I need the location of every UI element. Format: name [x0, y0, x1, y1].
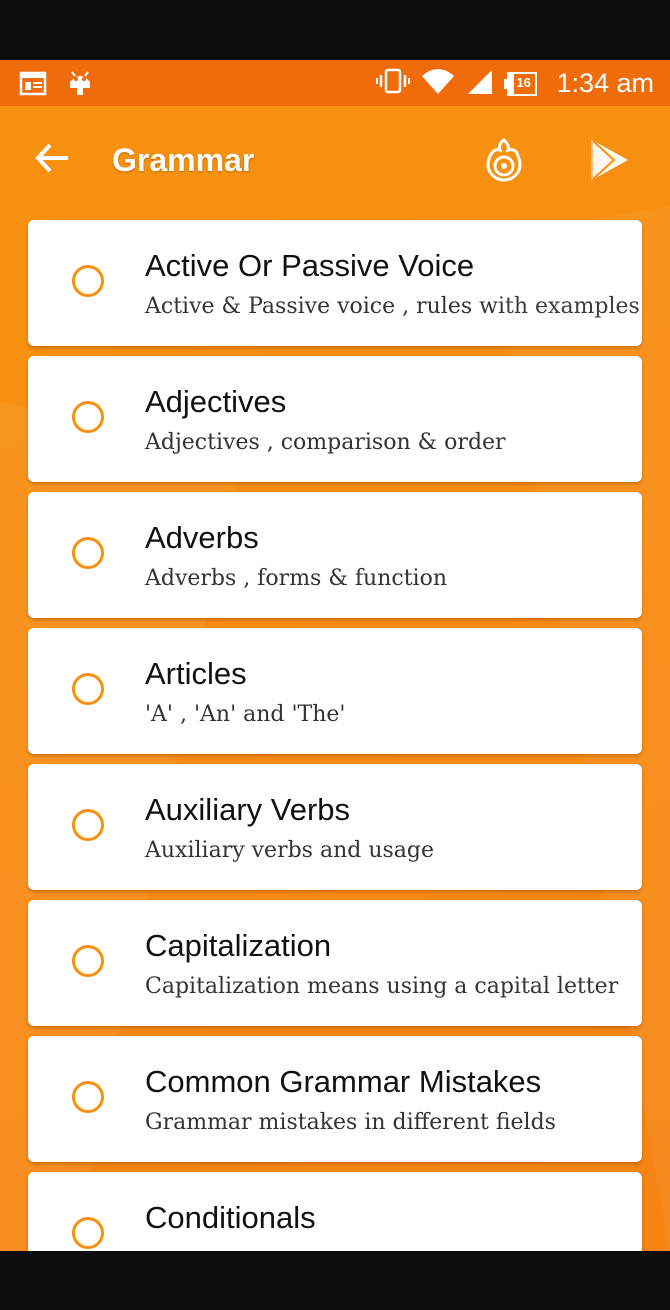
item-subtitle: Auxiliary verbs and usage — [145, 838, 434, 863]
fire-disc-button[interactable] — [480, 136, 528, 184]
item-title: Conditionals — [145, 1200, 316, 1235]
system-bottom-bezel — [0, 1251, 670, 1310]
radio-button[interactable] — [72, 809, 104, 841]
topic-list: Active Or Passive Voice Active & Passive… — [28, 220, 642, 1251]
item-subtitle: Adverbs , forms & function — [145, 566, 448, 591]
play-store-button[interactable] — [586, 136, 634, 184]
app-content: Grammar Active Or Passive Voice Active &… — [0, 106, 670, 1251]
battery-level: 16 — [516, 74, 531, 90]
radio-button[interactable] — [72, 1217, 104, 1249]
list-item[interactable]: Capitalization Capitalization means usin… — [28, 900, 642, 1026]
item-subtitle: Adjectives , comparison & order — [145, 430, 506, 455]
vibrate-icon — [376, 66, 411, 101]
list-item[interactable]: Articles 'A' , 'An' and 'The' — [28, 628, 642, 754]
toolbar: Grammar — [0, 106, 670, 214]
item-subtitle: 'A' , 'An' and 'The' — [145, 702, 346, 727]
item-subtitle: Capitalization means using a capital let… — [145, 974, 619, 999]
back-button[interactable] — [30, 136, 74, 180]
clock: 1:34 am — [556, 68, 654, 98]
item-title: Auxiliary Verbs — [145, 792, 351, 827]
item-subtitle: Active & Passive voice , rules with exam… — [145, 294, 640, 319]
item-subtitle: Grammar mistakes in different fields — [145, 1110, 556, 1135]
system-top-bezel — [0, 0, 670, 60]
radio-button[interactable] — [72, 537, 104, 569]
list-item[interactable]: Common Grammar Mistakes Grammar mistakes… — [28, 1036, 642, 1162]
play-store-icon — [591, 139, 628, 181]
list-item[interactable]: Adjectives Adjectives , comparison & ord… — [28, 356, 642, 482]
radio-button[interactable] — [72, 673, 104, 705]
wifi-icon — [420, 66, 456, 101]
arrow-left-icon — [35, 143, 68, 173]
list-item[interactable]: Active Or Passive Voice Active & Passive… — [28, 220, 642, 346]
radio-button[interactable] — [72, 401, 104, 433]
list-item[interactable]: Auxiliary Verbs Auxiliary verbs and usag… — [28, 764, 642, 890]
list-item[interactable]: Conditionals — [28, 1172, 642, 1251]
radio-button[interactable] — [72, 1081, 104, 1113]
fire-disc-icon — [486, 138, 522, 182]
page-title: Grammar — [112, 142, 255, 178]
radio-button[interactable] — [72, 265, 104, 297]
radio-button[interactable] — [72, 945, 104, 977]
item-title: Adjectives — [145, 384, 287, 419]
item-title: Adverbs — [145, 520, 259, 555]
item-title: Capitalization — [145, 928, 332, 963]
signal-icon — [466, 66, 494, 101]
android-debug-icon — [66, 68, 94, 103]
status-bar: 16 1:34 am — [0, 60, 670, 106]
item-title: Active Or Passive Voice — [145, 248, 475, 283]
calendar-icon — [18, 68, 48, 103]
item-title: Common Grammar Mistakes — [145, 1064, 542, 1099]
list-item[interactable]: Adverbs Adverbs , forms & function — [28, 492, 642, 618]
battery-icon: 16 — [504, 69, 540, 99]
item-title: Articles — [145, 656, 247, 691]
